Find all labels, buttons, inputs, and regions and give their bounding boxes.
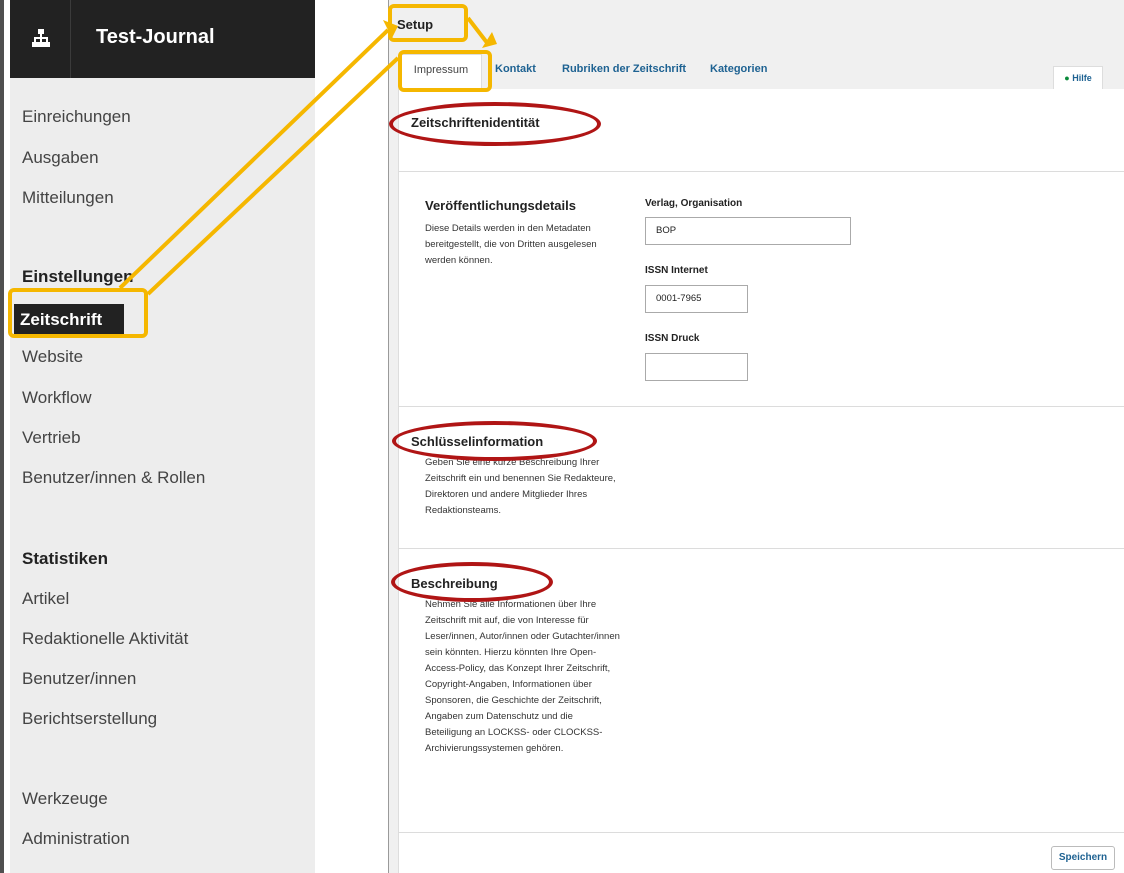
window-edge [0, 0, 4, 873]
main-panel-border [388, 0, 389, 873]
highlight-box-setup [388, 4, 468, 42]
highlight-box-zeitschrift [8, 288, 148, 338]
help-button[interactable]: ● Hilfe [1053, 66, 1103, 90]
section-title-publication: Veröffentlichungsdetails [425, 198, 576, 213]
section-desc-publication: Diese Details werden in den Metadaten be… [425, 223, 597, 266]
app-header: Test-Journal [10, 0, 315, 78]
tab-kontakt[interactable]: Kontakt [495, 63, 536, 75]
section-divider [398, 832, 1124, 833]
journal-title[interactable]: Test-Journal [96, 26, 215, 49]
issn-online-field[interactable]: 0001-7965 [645, 285, 748, 313]
sidebar-item-workflow[interactable]: Workflow [22, 388, 92, 408]
label-issn-online: ISSN Internet [645, 265, 708, 276]
publisher-field[interactable]: BOP [645, 217, 851, 245]
sidebar-item-benutzer-rollen[interactable]: Benutzer/innen & Rollen [22, 468, 205, 488]
sidebar-item-administration[interactable]: Administration [22, 829, 130, 849]
highlight-ellipse-identity [389, 102, 601, 146]
label-publisher: Verlag, Organisation [645, 198, 743, 209]
logo-cell[interactable] [10, 0, 71, 78]
sidebar-item-artikel[interactable]: Artikel [22, 589, 69, 609]
tab-rubriken[interactable]: Rubriken der Zeitschrift [562, 63, 686, 75]
save-button[interactable]: Speichern [1051, 846, 1115, 870]
sidebar-item-redaktionelle-aktivitaet[interactable]: Redaktionelle Aktivität [22, 629, 188, 649]
section-desc-key-info: Geben Sie eine kurze Beschreibung Ihrer … [425, 457, 616, 516]
sidebar-item-einreichungen[interactable]: Einreichungen [22, 107, 131, 127]
sidebar-heading-statistiken: Statistiken [22, 549, 108, 568]
highlight-ellipse-key-info [392, 421, 597, 461]
help-label: Hilfe [1072, 73, 1092, 83]
sidebar-item-ausgaben[interactable]: Ausgaben [22, 148, 99, 168]
sidebar-item-werkzeuge[interactable]: Werkzeuge [22, 789, 108, 809]
issn-print-field[interactable] [645, 353, 748, 381]
section-desc-description: Nehmen Sie alle Informationen über Ihre … [425, 599, 620, 754]
label-issn-print: ISSN Druck [645, 333, 700, 344]
highlight-ellipse-description [391, 562, 553, 602]
sidebar-item-vertrieb[interactable]: Vertrieb [22, 428, 81, 448]
sidebar-item-berichtserstellung[interactable]: Berichtserstellung [22, 709, 157, 729]
highlight-box-impressum [398, 50, 492, 92]
tab-kategorien[interactable]: Kategorien [710, 63, 767, 75]
sidebar-heading-einstellungen: Einstellungen [22, 267, 134, 286]
sidebar-item-website[interactable]: Website [22, 347, 83, 367]
section-divider [398, 171, 1124, 172]
info-icon: ● [1064, 73, 1070, 83]
sitemap-icon [32, 29, 50, 47]
section-divider [398, 548, 1124, 549]
sidebar-item-mitteilungen[interactable]: Mitteilungen [22, 188, 114, 208]
sidebar-item-benutzer[interactable]: Benutzer/innen [22, 669, 136, 689]
section-divider [398, 406, 1124, 407]
